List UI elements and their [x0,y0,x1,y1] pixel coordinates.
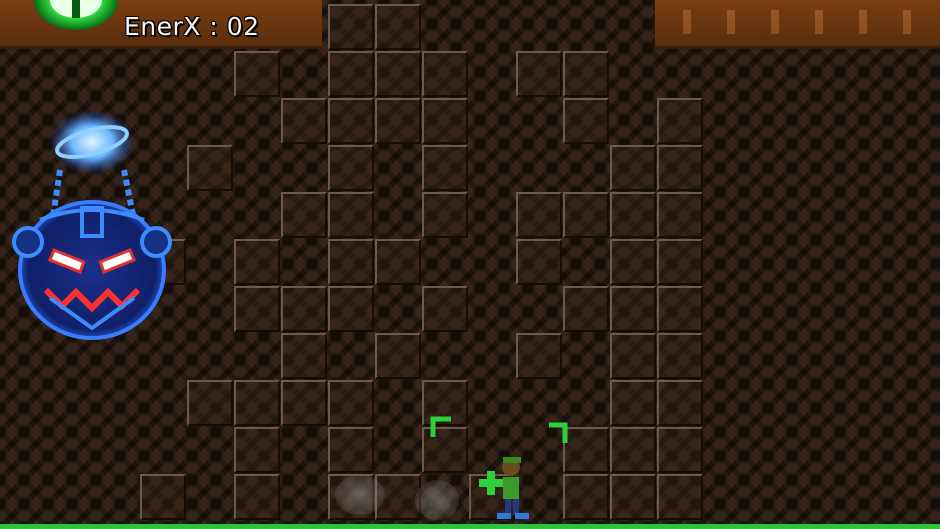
wall-tile [610,427,656,473]
wall-tile [657,474,703,520]
wall-tile [516,192,562,238]
wall-tile [657,286,703,332]
wall-tile [234,51,280,97]
wall-tile [422,51,468,97]
wall-tile [328,286,374,332]
wall-tile [234,427,280,473]
wall-tile [328,427,374,473]
wall-tile [187,380,233,426]
wall-tile [657,145,703,191]
wall-tile [610,474,656,520]
wall-tile [281,286,327,332]
wall-tile [610,145,656,191]
wall-tile [422,192,468,238]
wall-tile [375,98,421,144]
wall-tile [281,98,327,144]
wall-tile [328,51,374,97]
wall-tile [657,380,703,426]
wall-tile [610,380,656,426]
wall-tile [610,192,656,238]
wall-tile [563,192,609,238]
wall-tile [281,192,327,238]
energy-label: EnerX [124,12,201,41]
wall-tile [516,239,562,285]
wall-tile [234,474,280,520]
wall-tile [234,239,280,285]
wall-tile [328,192,374,238]
wall-tile [328,239,374,285]
wall-tile [375,333,421,379]
wall-tile [516,51,562,97]
wall-tile [281,380,327,426]
player-zone [335,415,575,525]
wall-tile [234,286,280,332]
blue-robot-boss [12,110,172,340]
hud-bar-right [655,0,940,49]
wall-tile [375,239,421,285]
wall-tile [610,333,656,379]
wall-tile [328,145,374,191]
wall-tile [187,145,233,191]
wall-tile [610,239,656,285]
wall-tile [516,333,562,379]
wall-tile [657,239,703,285]
energy-separator: : [200,12,227,41]
energy-count: 02 [226,12,260,41]
wall-tile [610,286,656,332]
wall-tile [375,4,421,50]
wall-tile [563,286,609,332]
green-energy-orb-icon [34,0,118,30]
wall-tile [328,4,374,50]
wall-tile [140,474,186,520]
wall-tile [657,98,703,144]
wall-tile [328,380,374,426]
energy-counter: EnerX : 02 [124,12,260,41]
wall-tile [657,333,703,379]
wall-tile [375,51,421,97]
wall-tile [657,192,703,238]
wall-tile [234,380,280,426]
wall-tile [281,333,327,379]
wall-tile [422,286,468,332]
wall-tile [422,145,468,191]
wall-tile [328,98,374,144]
wall-tile [657,427,703,473]
wall-tile [422,98,468,144]
wall-tile [563,51,609,97]
player-character [479,457,529,519]
ground-strip [0,524,940,529]
wall-tile [563,98,609,144]
